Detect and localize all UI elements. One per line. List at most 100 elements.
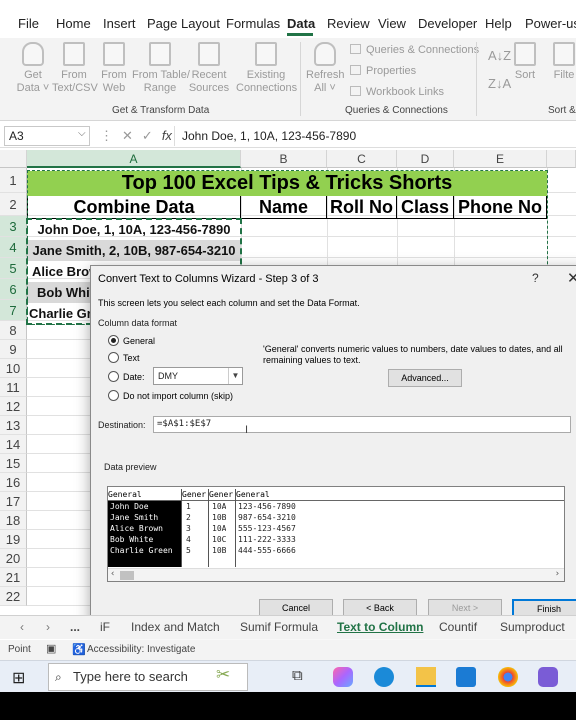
menu-review[interactable]: Review: [327, 16, 370, 31]
tab-text-to-column[interactable]: Text to Column: [337, 620, 423, 634]
existing-connections-button[interactable]: Existing Connections: [236, 42, 297, 95]
menu-file[interactable]: File: [18, 16, 39, 31]
insert-function-icon[interactable]: fx: [162, 128, 172, 143]
mail-icon[interactable]: [456, 667, 476, 687]
row-header[interactable]: 12: [0, 397, 27, 416]
sort-za-icon[interactable]: Z↓A: [488, 76, 511, 91]
more-options-icon[interactable]: ⋮: [100, 128, 113, 143]
row-header[interactable]: 1: [0, 168, 27, 193]
from-table-range-button[interactable]: From Table/ Range: [132, 42, 190, 95]
select-all-corner[interactable]: [0, 150, 27, 168]
tab-countif[interactable]: Countif: [439, 620, 477, 634]
properties-button[interactable]: Properties: [350, 65, 416, 77]
column-header-a[interactable]: A: [27, 150, 241, 168]
preview-scrollbar[interactable]: ‹ ›: [108, 568, 564, 581]
row-header[interactable]: 11: [0, 378, 27, 397]
filter-button[interactable]: Filte: [552, 42, 576, 82]
from-web-button[interactable]: From Web: [98, 42, 130, 95]
radio-date[interactable]: Date:: [108, 371, 145, 382]
macro-record-icon[interactable]: ▣: [46, 642, 56, 655]
windows-start-icon[interactable]: ⊞: [12, 668, 25, 688]
workbook-links-button[interactable]: Workbook Links: [350, 86, 444, 98]
preview-col-header[interactable]: General: [108, 490, 181, 501]
tab-sumproduct[interactable]: Sumproduct: [500, 620, 565, 634]
radio-skip[interactable]: Do not import column (skip): [108, 390, 233, 401]
column-header-c[interactable]: C: [327, 150, 397, 168]
tab-scroll-left-icon[interactable]: ‹: [20, 620, 24, 634]
menu-developer[interactable]: Developer: [418, 16, 477, 31]
row-header[interactable]: 3: [0, 216, 27, 237]
row-header[interactable]: 9: [0, 340, 27, 359]
column-header-b[interactable]: B: [241, 150, 327, 168]
row-header[interactable]: 21: [0, 568, 27, 587]
sort-az-icon[interactable]: A↓Z: [488, 48, 511, 63]
app-icon[interactable]: [538, 667, 558, 687]
menu-power-user[interactable]: Power-use: [525, 16, 576, 31]
help-icon[interactable]: ?: [532, 271, 539, 285]
row-header[interactable]: 10: [0, 359, 27, 378]
data-preview[interactable]: General Gener Gener General John Doe 1 10A…: [107, 486, 565, 582]
radio-text[interactable]: Text: [108, 352, 140, 363]
close-icon[interactable]: ✕: [567, 269, 576, 287]
scroll-right-icon[interactable]: ›: [555, 569, 560, 579]
task-view-icon[interactable]: ⧉: [292, 667, 303, 684]
menu-data[interactable]: Data: [287, 16, 315, 31]
row-header[interactable]: 20: [0, 549, 27, 568]
row-header[interactable]: 6: [0, 279, 27, 300]
destination-input[interactable]: =$A$1:$E$7: [153, 416, 571, 433]
tab-if[interactable]: iF: [100, 620, 110, 634]
chrome-icon[interactable]: [498, 667, 518, 687]
refresh-all-button[interactable]: Refresh All ˅: [306, 42, 345, 95]
search-highlight-icon[interactable]: ✂: [216, 665, 230, 685]
menu-formulas[interactable]: Formulas: [226, 16, 280, 31]
column-header-e[interactable]: E: [454, 150, 547, 168]
row-header[interactable]: 5: [0, 258, 27, 279]
queries-connections-button[interactable]: Queries & Connections: [350, 44, 479, 56]
accessibility-status[interactable]: Accessibility: Investigate: [87, 644, 195, 655]
formula-input[interactable]: John Doe, 1, 10A, 123-456-7890: [182, 129, 356, 143]
menu-page-layout[interactable]: Page Layout: [147, 16, 220, 31]
date-format-select[interactable]: DMY ▼: [153, 367, 243, 385]
menu-view[interactable]: View: [378, 16, 406, 31]
radio-general[interactable]: General: [108, 335, 155, 346]
scrollbar-thumb[interactable]: [120, 571, 134, 580]
chevron-down-icon[interactable]: ⌵: [78, 128, 86, 139]
row-header[interactable]: 19: [0, 530, 27, 549]
preview-col-header[interactable]: Gener: [182, 490, 209, 501]
row-header[interactable]: 16: [0, 473, 27, 492]
menu-help[interactable]: Help: [485, 16, 512, 31]
column-header-f[interactable]: [547, 150, 576, 168]
row-header[interactable]: 13: [0, 416, 27, 435]
row-header[interactable]: 18: [0, 511, 27, 530]
preview-col-header[interactable]: Gener: [209, 490, 236, 501]
row-header[interactable]: 15: [0, 454, 27, 473]
scroll-left-icon[interactable]: ‹: [110, 569, 115, 579]
enter-icon[interactable]: ✓: [142, 128, 153, 143]
column-header-d[interactable]: D: [397, 150, 454, 168]
row-header[interactable]: 22: [0, 587, 27, 606]
row-header[interactable]: 4: [0, 237, 27, 258]
get-data-button[interactable]: Get Data ˅: [14, 42, 52, 95]
row-header[interactable]: 7: [0, 300, 27, 321]
tab-more[interactable]: ...: [70, 620, 80, 634]
ribbon-separator: [476, 42, 477, 116]
tab-index-and-match[interactable]: Index and Match: [131, 620, 220, 634]
file-explorer-icon[interactable]: [416, 667, 436, 687]
edge-icon[interactable]: [374, 667, 394, 687]
copilot-icon[interactable]: [333, 667, 353, 687]
preview-col-header[interactable]: General: [236, 490, 564, 501]
menu-insert[interactable]: Insert: [103, 16, 136, 31]
filter-label: Filte: [553, 69, 575, 81]
row-header[interactable]: 8: [0, 321, 27, 340]
from-text-csv-button[interactable]: From Text/CSV: [52, 42, 98, 95]
sort-button[interactable]: Sort: [510, 42, 540, 82]
recent-sources-button[interactable]: Recent Sources: [188, 42, 230, 95]
cancel-icon[interactable]: ✕: [122, 128, 133, 143]
tab-scroll-right-icon[interactable]: ›: [46, 620, 50, 634]
row-header[interactable]: 17: [0, 492, 27, 511]
row-header[interactable]: 14: [0, 435, 27, 454]
advanced-button[interactable]: Advanced...: [388, 369, 462, 387]
row-header[interactable]: 2: [0, 193, 27, 216]
tab-sumif-formula[interactable]: Sumif Formula: [240, 620, 318, 634]
menu-home[interactable]: Home: [56, 16, 91, 31]
